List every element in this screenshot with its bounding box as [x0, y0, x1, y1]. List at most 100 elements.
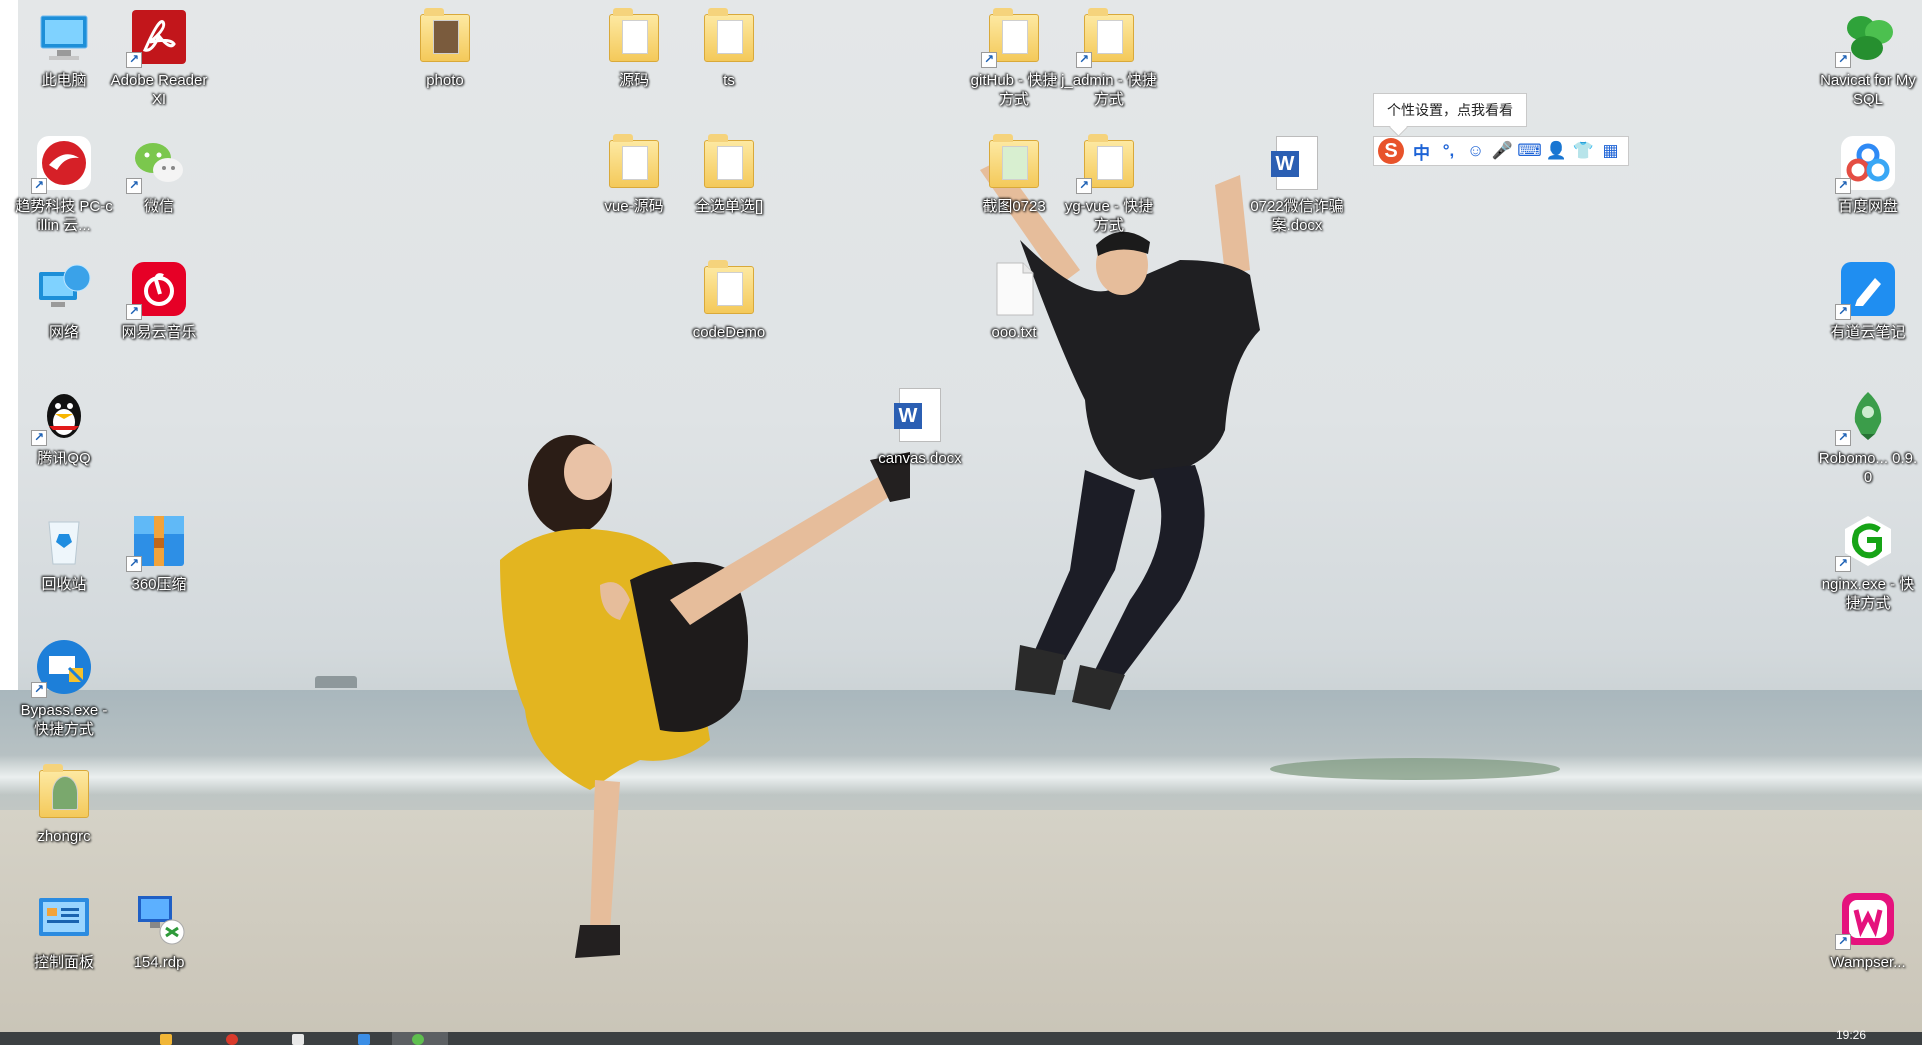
icon-label: 截图0723: [982, 198, 1046, 215]
wallpaper-wave: [1270, 758, 1560, 780]
shortcut-arrow-icon: ↗: [126, 304, 142, 320]
qq-icon[interactable]: ↗ 腾讯QQ: [17, 380, 111, 504]
ime-tooltip[interactable]: 个性设置，点我看看: [1373, 93, 1527, 127]
shortcut-arrow-icon: ↗: [126, 556, 142, 572]
icon-label: photo: [426, 72, 464, 89]
icon-label: ts: [723, 72, 735, 89]
taskbar-app-icon[interactable]: [358, 1034, 370, 1045]
shortcut-arrow-icon: ↗: [1835, 556, 1851, 572]
icon-label: yg-vue - 快捷方式: [1064, 198, 1154, 234]
icon-label: 回收站: [41, 576, 87, 593]
zhongrc-folder-icon[interactable]: zhongrc: [17, 758, 111, 882]
icon-label: zhongrc: [37, 828, 91, 845]
yg-vue-shortcut-icon[interactable]: ↗ yg-vue - 快捷方式: [1062, 128, 1156, 252]
taskbar-app-icon[interactable]: [292, 1034, 304, 1045]
wallpaper-woman-figure: [500, 435, 910, 958]
netease-music-icon[interactable]: ↗ 网易云音乐: [112, 254, 206, 378]
word-document-icon: W: [894, 388, 941, 442]
shortcut-arrow-icon: ↗: [1835, 934, 1851, 950]
source-folder-icon[interactable]: 源码: [587, 2, 681, 126]
word-doc-0722-icon[interactable]: W 0722微信诈骗案.docx: [1250, 128, 1344, 252]
zip-360-icon[interactable]: ↗ 360压缩: [112, 506, 206, 630]
shortcut-arrow-icon: ↗: [1835, 178, 1851, 194]
icon-label: 360压缩: [131, 576, 187, 593]
codedemo-folder-icon[interactable]: codeDemo: [682, 254, 776, 378]
shortcut-arrow-icon: ↗: [126, 178, 142, 194]
icon-label: vue-源码: [604, 198, 664, 215]
taskbar-clock[interactable]: 19:26: [1836, 1028, 1866, 1042]
shortcut-arrow-icon: ↗: [1835, 304, 1851, 320]
ime-punctuation-button[interactable]: °,: [1435, 138, 1462, 164]
icon-label: Wampser...: [1830, 954, 1906, 971]
icon-label: nginx.exe - 快捷方式: [1821, 576, 1915, 612]
bypass-shortcut-icon[interactable]: ↗ Bypass.exe - 快捷方式: [17, 632, 111, 756]
desktop[interactable]: 此电脑 ↗ Adobe Reader XI photo 源码 ts ↗ gitH…: [0, 0, 1922, 1045]
shortcut-arrow-icon: ↗: [1835, 52, 1851, 68]
recycle-bin-icon[interactable]: 回收站: [17, 506, 111, 630]
vue-source-folder-icon[interactable]: vue-源码: [587, 128, 681, 252]
folder-icon: [420, 8, 470, 62]
baidu-netdisk-icon[interactable]: ↗ 百度网盘: [1821, 128, 1915, 252]
ime-toolbar[interactable]: S 中 °, ☺ 🎤 ⌨ 👤 👕 ▦: [1373, 136, 1629, 166]
trend-micro-icon[interactable]: ↗ 趋势科技 PC-cillin 云...: [15, 128, 113, 252]
ime-voice-icon[interactable]: 🎤: [1489, 138, 1516, 164]
icon-label: j_admin - 快捷方式: [1061, 72, 1157, 108]
wallpaper-surf: [0, 755, 1922, 795]
ime-emoji-icon[interactable]: ☺: [1462, 138, 1489, 164]
nginx-shortcut-icon[interactable]: ↗ nginx.exe - 快捷方式: [1821, 506, 1915, 630]
canvas-docx-icon[interactable]: W canvas.docx: [873, 380, 967, 504]
shortcut-arrow-icon: ↗: [31, 682, 47, 698]
ime-tooltip-text: 个性设置，点我看看: [1387, 102, 1513, 118]
ime-keyboard-icon[interactable]: ⌨: [1516, 138, 1543, 164]
icon-label: canvas.docx: [878, 450, 962, 467]
icon-label: codeDemo: [692, 324, 766, 341]
ime-skin-icon[interactable]: 👕: [1570, 138, 1597, 164]
icon-label: 全选单选[]: [694, 198, 764, 215]
wallpaper-sand: [0, 810, 1922, 1032]
ooo-txt-icon[interactable]: ooo.txt: [967, 254, 1061, 378]
folder-icon: [609, 134, 659, 188]
youdao-note-icon[interactable]: ↗ 有道云笔记: [1821, 254, 1915, 378]
wechat-icon[interactable]: ↗ 微信: [112, 128, 206, 252]
ts-folder-icon[interactable]: ts: [682, 2, 776, 126]
icon-label: gitHub - 快捷方式: [970, 72, 1058, 108]
wampserver-icon[interactable]: ↗ Wampser...: [1821, 884, 1915, 1008]
taskbar[interactable]: 19:26: [0, 1028, 1922, 1045]
shortcut-arrow-icon: ↗: [1076, 52, 1092, 68]
icon-label: 网络: [48, 324, 79, 341]
icon-label: Robomo... 0.9.0: [1818, 450, 1918, 486]
shortcut-arrow-icon: ↗: [31, 178, 47, 194]
icon-label: 154.rdp: [133, 954, 185, 971]
ime-toolbox-icon[interactable]: ▦: [1597, 138, 1624, 164]
select-all-folder-icon[interactable]: 全选单选[]: [682, 128, 776, 252]
taskbar-app-icon[interactable]: [412, 1034, 424, 1045]
shortcut-arrow-icon: ↗: [981, 52, 997, 68]
icon-label: 趋势科技 PC-cillin 云...: [15, 198, 113, 234]
control-panel-icon[interactable]: 控制面板: [17, 884, 111, 1008]
network-icon[interactable]: 网络: [17, 254, 111, 378]
this-pc-icon[interactable]: 此电脑: [17, 2, 111, 126]
navicat-icon[interactable]: ↗ Navicat for MySQL: [1820, 2, 1916, 126]
ime-chinese-mode-button[interactable]: 中: [1408, 138, 1435, 164]
icon-label: Bypass.exe - 快捷方式: [20, 702, 108, 738]
screenshot-folder-icon[interactable]: 截图0723: [967, 128, 1061, 252]
rdp-154-icon[interactable]: 154.rdp: [112, 884, 206, 1008]
icon-label: 源码: [618, 72, 649, 89]
photo-folder-icon[interactable]: photo: [398, 2, 492, 126]
j-admin-shortcut-icon[interactable]: ↗ j_admin - 快捷方式: [1061, 2, 1157, 126]
icon-label: 百度网盘: [1837, 198, 1898, 215]
icon-label: 控制面板: [33, 954, 94, 971]
taskbar-app-icon[interactable]: [226, 1034, 238, 1045]
adobe-reader-icon[interactable]: ↗ Adobe Reader XI: [110, 2, 208, 126]
folder-icon: [704, 260, 754, 314]
icon-label: ooo.txt: [991, 324, 1037, 341]
icon-label: 有道云笔记: [1830, 324, 1906, 341]
taskbar-app-icon[interactable]: [160, 1034, 172, 1045]
robomongo-icon[interactable]: ↗ Robomo... 0.9.0: [1818, 380, 1918, 504]
icon-label: Adobe Reader XI: [110, 72, 208, 108]
ime-user-icon[interactable]: 👤: [1543, 138, 1570, 164]
icon-label: 此电脑: [41, 72, 87, 89]
github-shortcut-icon[interactable]: ↗ gitHub - 快捷方式: [967, 2, 1061, 126]
shortcut-arrow-icon: ↗: [126, 52, 142, 68]
sogou-logo-icon[interactable]: S: [1378, 138, 1404, 164]
